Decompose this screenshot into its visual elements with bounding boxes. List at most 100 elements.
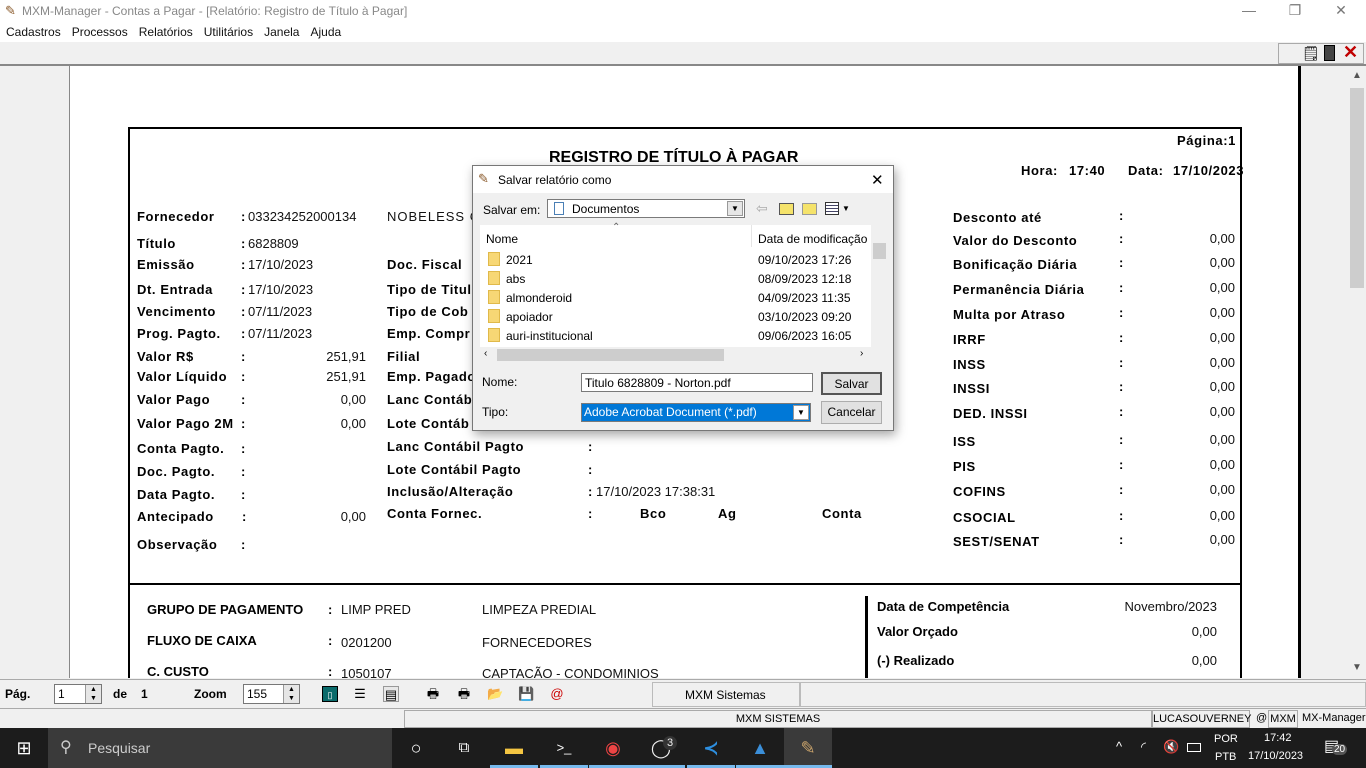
field-label: SEST/SENAT: [953, 534, 1040, 549]
file-list[interactable]: ⌃ Nome Data de modificação 2021 09/10/202…: [480, 222, 888, 363]
chevron-down-icon[interactable]: ▼: [727, 201, 743, 216]
menu-janela[interactable]: Janela: [258, 22, 304, 39]
scroll-thumb[interactable]: [1350, 88, 1364, 288]
colon: :: [328, 664, 333, 678]
file-row[interactable]: 2021 09/10/2023 17:26: [488, 250, 878, 269]
clock-time[interactable]: 17:42: [1264, 732, 1292, 744]
up-folder-icon[interactable]: [779, 203, 794, 215]
budget-label: (-) Realizado: [877, 653, 955, 668]
notifications-icon[interactable]: ▤20: [1324, 736, 1348, 756]
field-value: 0,00: [1209, 379, 1235, 394]
menu-utilitarios[interactable]: Utilitários: [198, 22, 258, 39]
budget-label: Data de Competência: [877, 599, 1010, 614]
menu-processos[interactable]: Processos: [66, 22, 133, 39]
print-icon[interactable]: 🖶: [456, 686, 472, 702]
sort-up-icon: ⌃: [612, 222, 621, 233]
menu-cadastros[interactable]: Cadastros: [0, 22, 66, 39]
network-icon[interactable]: ◜: [1141, 739, 1146, 755]
title-bar: ✎ MXM-Manager - Contas a Pagar - [Relató…: [0, 0, 1366, 22]
clock-date[interactable]: 17/10/2023: [1248, 750, 1303, 762]
task-view-icon[interactable]: ⧉: [440, 728, 488, 768]
restore-button[interactable]: ❐: [1272, 0, 1318, 22]
filename-input[interactable]: Titulo 6828809 - Norton.pdf: [581, 373, 813, 392]
chevron-down-icon[interactable]: ▼: [793, 405, 809, 420]
search-box[interactable]: ⚲ Pesquisar: [48, 728, 392, 768]
page-number: Página:1: [1177, 133, 1236, 148]
scroll-up-icon[interactable]: ▲: [1348, 70, 1366, 81]
cortana-icon[interactable]: ○: [392, 728, 440, 768]
field-value: 0,00: [340, 392, 366, 407]
minimize-button[interactable]: —: [1226, 0, 1272, 22]
file-type-select[interactable]: Adobe Acrobat Document (*.pdf) ▼: [581, 403, 811, 422]
scroll-down-icon[interactable]: ▼: [1348, 662, 1366, 673]
folder-icon: [488, 328, 500, 342]
file-row[interactable]: almonderoid 04/09/2023 11:35: [488, 288, 878, 307]
vscode-icon[interactable]: ≺: [687, 728, 735, 768]
colon: :: [588, 506, 593, 521]
volume-muted-icon[interactable]: 🔇: [1163, 739, 1179, 755]
windows-start-icon[interactable]: ⊞: [0, 728, 48, 768]
menu-ajuda[interactable]: Ajuda: [304, 22, 346, 39]
dialog-title-bar: ✎ Salvar relatório como ✕: [473, 166, 893, 193]
budget-value: 0,00: [1191, 624, 1217, 639]
photos-icon[interactable]: ▲: [736, 728, 784, 768]
whole-page-icon[interactable]: ▯: [322, 686, 338, 702]
group-code: LIMP PRED: [341, 602, 411, 617]
hora-label: Hora:: [1021, 163, 1058, 178]
battery-icon[interactable]: [1187, 743, 1201, 752]
colon: :: [1119, 508, 1124, 523]
chrome-icon[interactable]: ◉: [589, 728, 637, 768]
save-in-select[interactable]: Documentos ▼: [547, 199, 745, 218]
dialog-title: Salvar relatório como: [498, 173, 612, 187]
page-stepper[interactable]: 1 ▲ ▼: [54, 684, 102, 704]
whatsapp-icon[interactable]: ◯ 3: [637, 728, 685, 768]
zoom-stepper[interactable]: 155 ▲ ▼: [243, 684, 300, 704]
field-label: Emp. Pagado: [387, 369, 476, 384]
colon: :: [588, 484, 593, 499]
file-date: 09/10/2023 17:26: [758, 253, 852, 267]
list-hscroll[interactable]: ‹ ›: [480, 347, 888, 363]
lang-2[interactable]: PTB: [1215, 751, 1236, 763]
file-row[interactable]: auri-institucional 09/06/2023 16:05: [488, 326, 878, 345]
file-name: abs: [506, 272, 526, 286]
calculator-icon[interactable]: [1324, 45, 1335, 61]
save-button[interactable]: Salvar: [821, 372, 882, 395]
file-explorer-icon[interactable]: ▬: [490, 728, 538, 768]
column-header-date[interactable]: Data de modificação: [758, 232, 867, 246]
save-icon[interactable]: 💾: [518, 686, 534, 702]
terminal-icon[interactable]: >_: [540, 728, 588, 768]
field-value: 0,00: [340, 509, 366, 524]
tray-chevron-icon[interactable]: ^: [1116, 739, 1122, 754]
open-icon[interactable]: 📂: [487, 686, 503, 702]
field-value: 0,00: [1209, 457, 1235, 472]
colon: :: [1119, 255, 1124, 270]
view-menu-icon[interactable]: [825, 202, 839, 215]
email-icon[interactable]: @: [549, 686, 565, 702]
field-label: PIS: [953, 459, 976, 474]
report-scrollbar[interactable]: ▲ ▼: [1348, 66, 1366, 678]
cancel-button[interactable]: Cancelar: [821, 401, 882, 424]
close-report-icon[interactable]: ✕: [1343, 42, 1358, 63]
chevron-down-icon[interactable]: ▼: [842, 204, 850, 213]
dialog-close-button[interactable]: ✕: [871, 171, 884, 189]
fit-page-icon[interactable]: ▤: [383, 686, 399, 702]
lang-1[interactable]: POR: [1214, 733, 1238, 745]
close-button[interactable]: ✕: [1318, 0, 1364, 22]
file-row[interactable]: apoiador 03/10/2023 09:20: [488, 307, 878, 326]
menu-relatorios[interactable]: Relatórios: [133, 22, 198, 39]
field-label: Observação: [137, 537, 218, 552]
page-width-icon[interactable]: ☰: [352, 686, 368, 702]
app-icon: ✎: [5, 3, 16, 18]
mxm-manager-icon[interactable]: ✎: [784, 728, 832, 768]
budget-label: Valor Orçado: [877, 624, 958, 639]
taskbar: ⊞ ⚲ Pesquisar ○ ⧉ ▬ >_ ◉ ◯ 3 ≺ ▲ ✎ ^ ◜ 🔇 …: [0, 728, 1366, 768]
field-label: Multa por Atraso: [953, 307, 1066, 322]
notepad-icon[interactable]: 🗒: [1302, 45, 1320, 62]
colon: :: [241, 209, 246, 224]
list-vscroll[interactable]: [871, 225, 888, 347]
column-header-name[interactable]: Nome: [486, 232, 518, 246]
new-folder-icon[interactable]: [802, 203, 817, 215]
print-setup-icon[interactable]: 🖶: [425, 686, 441, 702]
file-row[interactable]: abs 08/09/2023 12:18: [488, 269, 878, 288]
back-icon[interactable]: ⇦: [756, 200, 768, 217]
